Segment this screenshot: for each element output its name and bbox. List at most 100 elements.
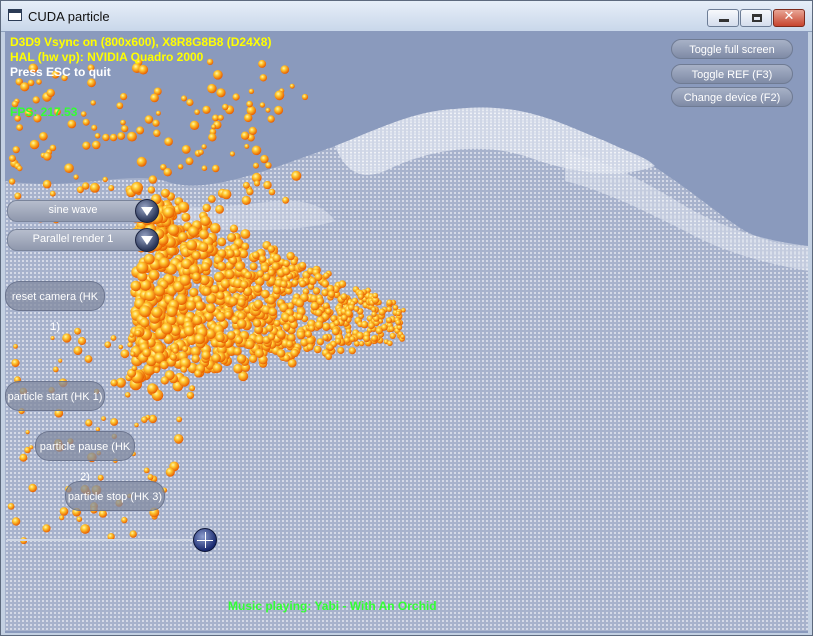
particle (224, 310, 233, 319)
particle (265, 107, 271, 113)
particle (178, 201, 190, 213)
particle (153, 366, 160, 374)
wave-type-selected: sine wave (48, 204, 98, 216)
particle (296, 313, 304, 321)
particle-pause-button[interactable]: particle pause (HK 2) (35, 431, 135, 483)
particle (191, 251, 201, 260)
particle (287, 315, 296, 323)
particle (375, 327, 383, 335)
particle (91, 124, 98, 131)
particle (181, 95, 187, 102)
particle (265, 162, 272, 169)
particle (246, 100, 253, 108)
particle (165, 467, 175, 477)
window-app-icon[interactable] (8, 9, 22, 21)
particle (124, 392, 131, 398)
particle (221, 189, 232, 200)
render-mode-selected: Parallel render 1 (32, 233, 114, 245)
toggle-fullscreen-button[interactable]: Toggle full screen (671, 39, 793, 59)
particle (198, 149, 204, 155)
particle (163, 168, 172, 177)
particle (186, 98, 194, 107)
particle (280, 280, 288, 288)
particle (160, 360, 169, 370)
particle-start-button[interactable]: particle start (HK 1) (5, 381, 105, 411)
particle (245, 339, 255, 350)
render-viewport[interactable]: D3D9 Vsync on (800x600), X8R8G8B8 (D24X8… (5, 31, 808, 633)
particle (215, 333, 225, 343)
reset-camera-button[interactable]: reset camera (HK 1) (5, 281, 105, 333)
particle (327, 290, 336, 298)
app-window: CUDA particle ✕ D3D9 Vsync on (800x600),… (0, 0, 813, 636)
particle (268, 188, 276, 196)
particle (8, 154, 16, 162)
particle (234, 335, 243, 345)
particle (191, 354, 200, 363)
particle (13, 344, 18, 349)
minimize-button[interactable] (707, 9, 739, 27)
particle (198, 242, 209, 253)
particle (263, 180, 272, 190)
particle (386, 306, 392, 312)
particle (287, 333, 296, 342)
particle (267, 245, 275, 253)
particle (276, 349, 286, 358)
render-mode-dropdown[interactable]: Parallel render 1 (7, 228, 159, 252)
particle (216, 291, 225, 300)
particle (253, 162, 259, 169)
particle (400, 334, 406, 340)
particle (333, 319, 340, 327)
particle (192, 315, 203, 326)
particle (371, 335, 378, 342)
change-device-button[interactable]: Change device (F2) (671, 87, 793, 107)
toggle-ref-button[interactable]: Toggle REF (F3) (671, 64, 793, 84)
particle (207, 83, 217, 94)
particle (120, 119, 126, 126)
close-button[interactable]: ✕ (773, 9, 805, 27)
particle (159, 257, 170, 269)
particle (200, 262, 211, 272)
scene-canvas (5, 58, 808, 632)
particle (42, 524, 51, 533)
hud-quit-hint: Press ESC to quit (10, 65, 111, 79)
particle (129, 530, 137, 538)
particle (27, 79, 35, 87)
maximize-button[interactable] (740, 9, 772, 27)
wave-mesh (5, 107, 808, 632)
particle (181, 212, 191, 222)
chevron-down-icon[interactable] (135, 199, 159, 223)
particle (19, 453, 28, 462)
particle (259, 102, 266, 108)
particle (206, 58, 214, 66)
slider-thumb[interactable] (193, 528, 217, 552)
particle (248, 88, 255, 94)
particle (77, 336, 87, 346)
particle (90, 100, 96, 106)
particle (147, 474, 154, 481)
particle (102, 133, 110, 142)
slider-track[interactable] (7, 539, 203, 541)
particle (325, 353, 332, 360)
particle-stop-button[interactable]: particle stop (HK 3) (65, 481, 165, 511)
particle (191, 272, 201, 282)
particle (260, 154, 269, 164)
title-bar[interactable]: CUDA particle ✕ (1, 1, 812, 32)
particle (236, 319, 247, 329)
particle (11, 517, 21, 526)
particle (280, 65, 290, 74)
particle (177, 232, 188, 242)
particle (244, 113, 253, 123)
chevron-down-icon[interactable] (135, 228, 159, 252)
particle (266, 296, 276, 305)
particle (148, 175, 157, 184)
particle (46, 88, 55, 98)
particle (97, 474, 104, 481)
wave-type-dropdown[interactable]: sine wave (7, 199, 159, 223)
particle (160, 376, 169, 385)
particle (29, 445, 34, 450)
particle (150, 93, 159, 103)
particle (167, 224, 180, 236)
particle (194, 109, 200, 115)
particle (194, 369, 203, 378)
particle (243, 181, 250, 189)
